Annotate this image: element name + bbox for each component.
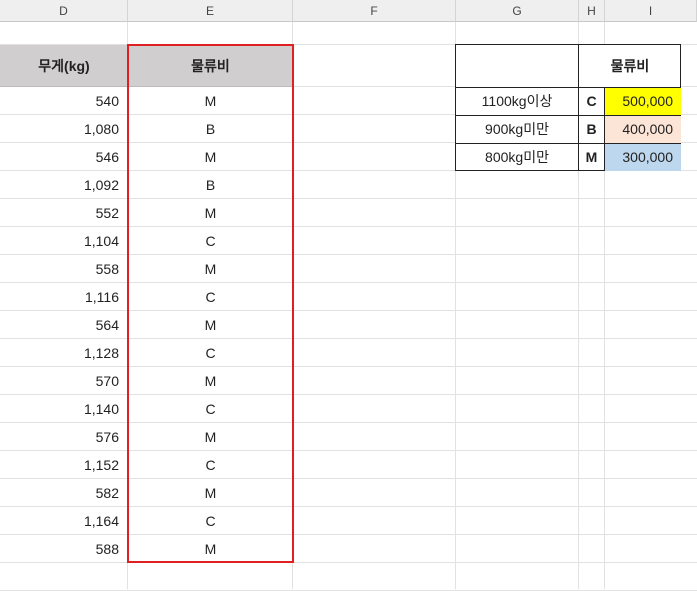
weight-cell[interactable]: 1,128	[0, 339, 128, 367]
weight-cell[interactable]: 552	[0, 199, 128, 227]
column-header-f[interactable]: F	[293, 0, 456, 22]
grade-cell[interactable]: M	[128, 535, 293, 563]
grade-cell[interactable]: C	[128, 227, 293, 255]
cost-header[interactable]: 물류비	[128, 45, 293, 87]
weight-cell[interactable]: 1,104	[0, 227, 128, 255]
grade-cell[interactable]: C	[128, 451, 293, 479]
grade-code-cell[interactable]: B	[579, 116, 604, 143]
grade-cell[interactable]: C	[128, 507, 293, 535]
grade-cell[interactable]: M	[128, 255, 293, 283]
weight-header[interactable]: 무게(kg)	[0, 45, 128, 87]
grade-cell[interactable]: M	[128, 311, 293, 339]
weight-cell[interactable]: 582	[0, 479, 128, 507]
grade-cell[interactable]: M	[128, 367, 293, 395]
column-header-d[interactable]: D	[0, 0, 128, 22]
column-header-i[interactable]: I	[605, 0, 697, 22]
grade-cell[interactable]: M	[128, 423, 293, 451]
grade-code-cell[interactable]: M	[579, 144, 604, 171]
column-header-g[interactable]: G	[456, 0, 579, 22]
grade-code-cell[interactable]: C	[579, 88, 604, 115]
weight-cell[interactable]: 558	[0, 255, 128, 283]
weight-cell[interactable]: 1,080	[0, 115, 128, 143]
grade-cell[interactable]: M	[128, 199, 293, 227]
grade-cell[interactable]: C	[128, 283, 293, 311]
weight-cell[interactable]: 1,116	[0, 283, 128, 311]
cost-value-cell[interactable]: 400,000	[605, 116, 681, 143]
weight-cell[interactable]: 540	[0, 87, 128, 115]
condition-cell[interactable]: 900kg미만	[456, 116, 578, 143]
weight-cell[interactable]: 1,092	[0, 171, 128, 199]
cost-value-cell[interactable]: 500,000	[605, 88, 681, 115]
grade-cell[interactable]: M	[128, 143, 293, 171]
weight-cell[interactable]: 1,140	[0, 395, 128, 423]
weight-cell[interactable]: 1,164	[0, 507, 128, 535]
weight-cell[interactable]: 564	[0, 311, 128, 339]
condition-cell[interactable]: 800kg미만	[456, 144, 578, 171]
cost-value-cell[interactable]: 300,000	[605, 144, 681, 171]
grade-cell[interactable]: B	[128, 171, 293, 199]
weight-cell[interactable]: 570	[0, 367, 128, 395]
weight-cell[interactable]: 588	[0, 535, 128, 563]
column-header-h[interactable]: H	[579, 0, 605, 22]
grade-cell[interactable]: C	[128, 395, 293, 423]
grade-cell[interactable]: B	[128, 115, 293, 143]
weight-cell[interactable]: 546	[0, 143, 128, 171]
condition-cell[interactable]: 1100kg이상	[456, 88, 578, 115]
grade-cell[interactable]: C	[128, 339, 293, 367]
grade-cell[interactable]: M	[128, 87, 293, 115]
column-header-e[interactable]: E	[128, 0, 293, 22]
weight-cell[interactable]: 576	[0, 423, 128, 451]
grade-cell[interactable]: M	[128, 479, 293, 507]
weight-cell[interactable]: 1,152	[0, 451, 128, 479]
ref-header-cost[interactable]: 물류비	[579, 45, 681, 87]
